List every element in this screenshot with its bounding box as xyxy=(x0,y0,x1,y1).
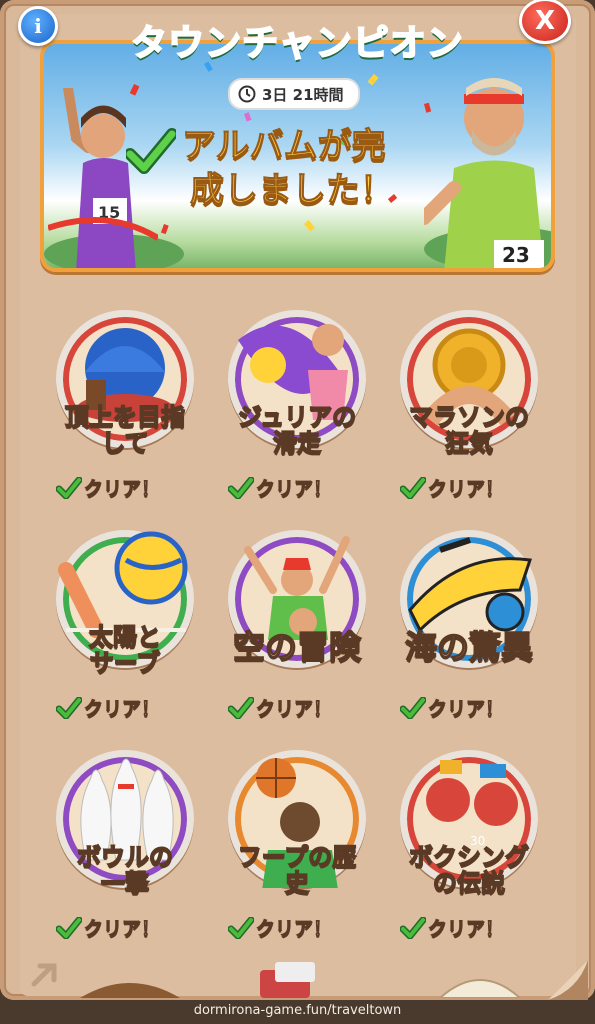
album-complete-line1: アルバムが完 xyxy=(182,126,387,167)
album-complete-line2: 成しました！ xyxy=(190,170,395,211)
album-title-line2: 滑走 xyxy=(272,429,322,457)
album-title: 海の驚異 xyxy=(384,628,554,666)
album-status-text: クリア！ xyxy=(427,918,505,941)
album-title: 太陽と サーブ xyxy=(40,623,210,677)
album-title-line2: して xyxy=(101,429,150,457)
album-card[interactable]: 30 ボクシング の伝説 クリア！ xyxy=(384,740,554,950)
album-status-text: クリア！ xyxy=(255,478,333,501)
album-status-text: クリア！ xyxy=(83,918,161,941)
album-card[interactable]: マラソンの 狂気クリア！ xyxy=(384,300,554,510)
album-title-line1: フープの歴 xyxy=(237,843,357,871)
album-status-text: クリア！ xyxy=(83,478,161,501)
clock-icon xyxy=(238,85,256,103)
album-status: クリア！ xyxy=(228,914,333,941)
info-button[interactable]: i xyxy=(18,6,58,46)
album-status: クリア！ xyxy=(56,694,161,721)
album-status: クリア！ xyxy=(228,694,333,721)
album-title: 空の冒険 xyxy=(212,628,382,666)
check-icon xyxy=(400,696,426,719)
album-title-line2: 一撃 xyxy=(100,869,150,897)
album-title-line2: の伝説 xyxy=(432,869,506,897)
album-status-text: クリア！ xyxy=(427,698,505,721)
album-title: マラソンの 狂気 xyxy=(384,403,554,457)
close-icon: X xyxy=(534,6,556,36)
album-title: 頂上を目指 して xyxy=(40,403,210,457)
runner-woman-illustration: 15 xyxy=(48,88,158,268)
album-title-line1: 海の驚異 xyxy=(404,628,534,666)
footer-url: dormirona-game.fun/traveltown xyxy=(193,1003,402,1018)
album-complete-message: アルバムが完 成しました！ xyxy=(182,124,462,212)
album-complete-check-icon xyxy=(126,128,176,174)
album-title-line1: 空の冒険 xyxy=(232,628,362,666)
check-icon xyxy=(56,916,82,939)
right-bib-number: 23 xyxy=(502,243,530,267)
album-card[interactable]: 空の冒険クリア！ xyxy=(212,520,382,730)
album-title-line2: 狂気 xyxy=(444,429,494,457)
album-status-text: クリア！ xyxy=(255,918,333,941)
album-status-text: クリア！ xyxy=(427,478,505,501)
album-status: クリア！ xyxy=(228,474,333,501)
check-icon xyxy=(228,696,254,719)
event-title: タウンチャンピオン xyxy=(130,22,464,65)
next-row-preview xyxy=(80,962,522,998)
album-title: ボウルの 一撃 xyxy=(40,843,210,897)
timer-text: 3日 21時間 xyxy=(262,85,344,104)
album-status: クリア！ xyxy=(400,474,505,501)
album-title-line1: マラソンの xyxy=(408,403,530,431)
album-card[interactable]: フープの歴史クリア！ xyxy=(212,740,382,950)
album-card[interactable]: 太陽と サーブクリア！ xyxy=(40,520,210,730)
album-title-line1: 太陽と xyxy=(88,623,162,651)
info-icon: i xyxy=(34,14,42,38)
album-title-line1: 頂上を目指 xyxy=(64,403,186,431)
album-title-line2: サーブ xyxy=(89,649,161,677)
check-icon xyxy=(56,696,82,719)
close-button[interactable]: X xyxy=(519,0,571,44)
album-status-text: クリア！ xyxy=(83,698,161,721)
album-title-line2: 史 xyxy=(284,869,310,897)
check-icon xyxy=(400,916,426,939)
album-status-text: クリア！ xyxy=(255,698,333,721)
page-curl-decoration xyxy=(548,960,588,1000)
album-card[interactable]: 頂上を目指 してクリア！ xyxy=(40,300,210,510)
album-card[interactable]: ジュリアの 滑走クリア！ xyxy=(212,300,382,510)
check-icon xyxy=(228,476,254,499)
album-title: ジュリアの 滑走 xyxy=(212,403,382,457)
check-icon xyxy=(400,476,426,499)
album-title-line1: ジュリアの xyxy=(237,403,357,431)
album-title: フープの歴史 xyxy=(212,843,382,897)
album-status: クリア！ xyxy=(400,914,505,941)
check-icon xyxy=(56,476,82,499)
album-title: ボクシング の伝説 xyxy=(384,843,554,897)
check-icon xyxy=(228,916,254,939)
countdown-timer: 3日 21時間 xyxy=(228,78,360,110)
album-status: クリア！ xyxy=(400,694,505,721)
album-card[interactable]: ボウルの 一撃クリア！ xyxy=(40,740,210,950)
album-status: クリア！ xyxy=(56,474,161,501)
album-title-line1: ボウルの xyxy=(76,843,174,871)
album-title-line1: ボクシング xyxy=(408,843,530,871)
album-card[interactable]: 海の驚異クリア！ xyxy=(384,520,554,730)
album-status: クリア！ xyxy=(56,914,161,941)
